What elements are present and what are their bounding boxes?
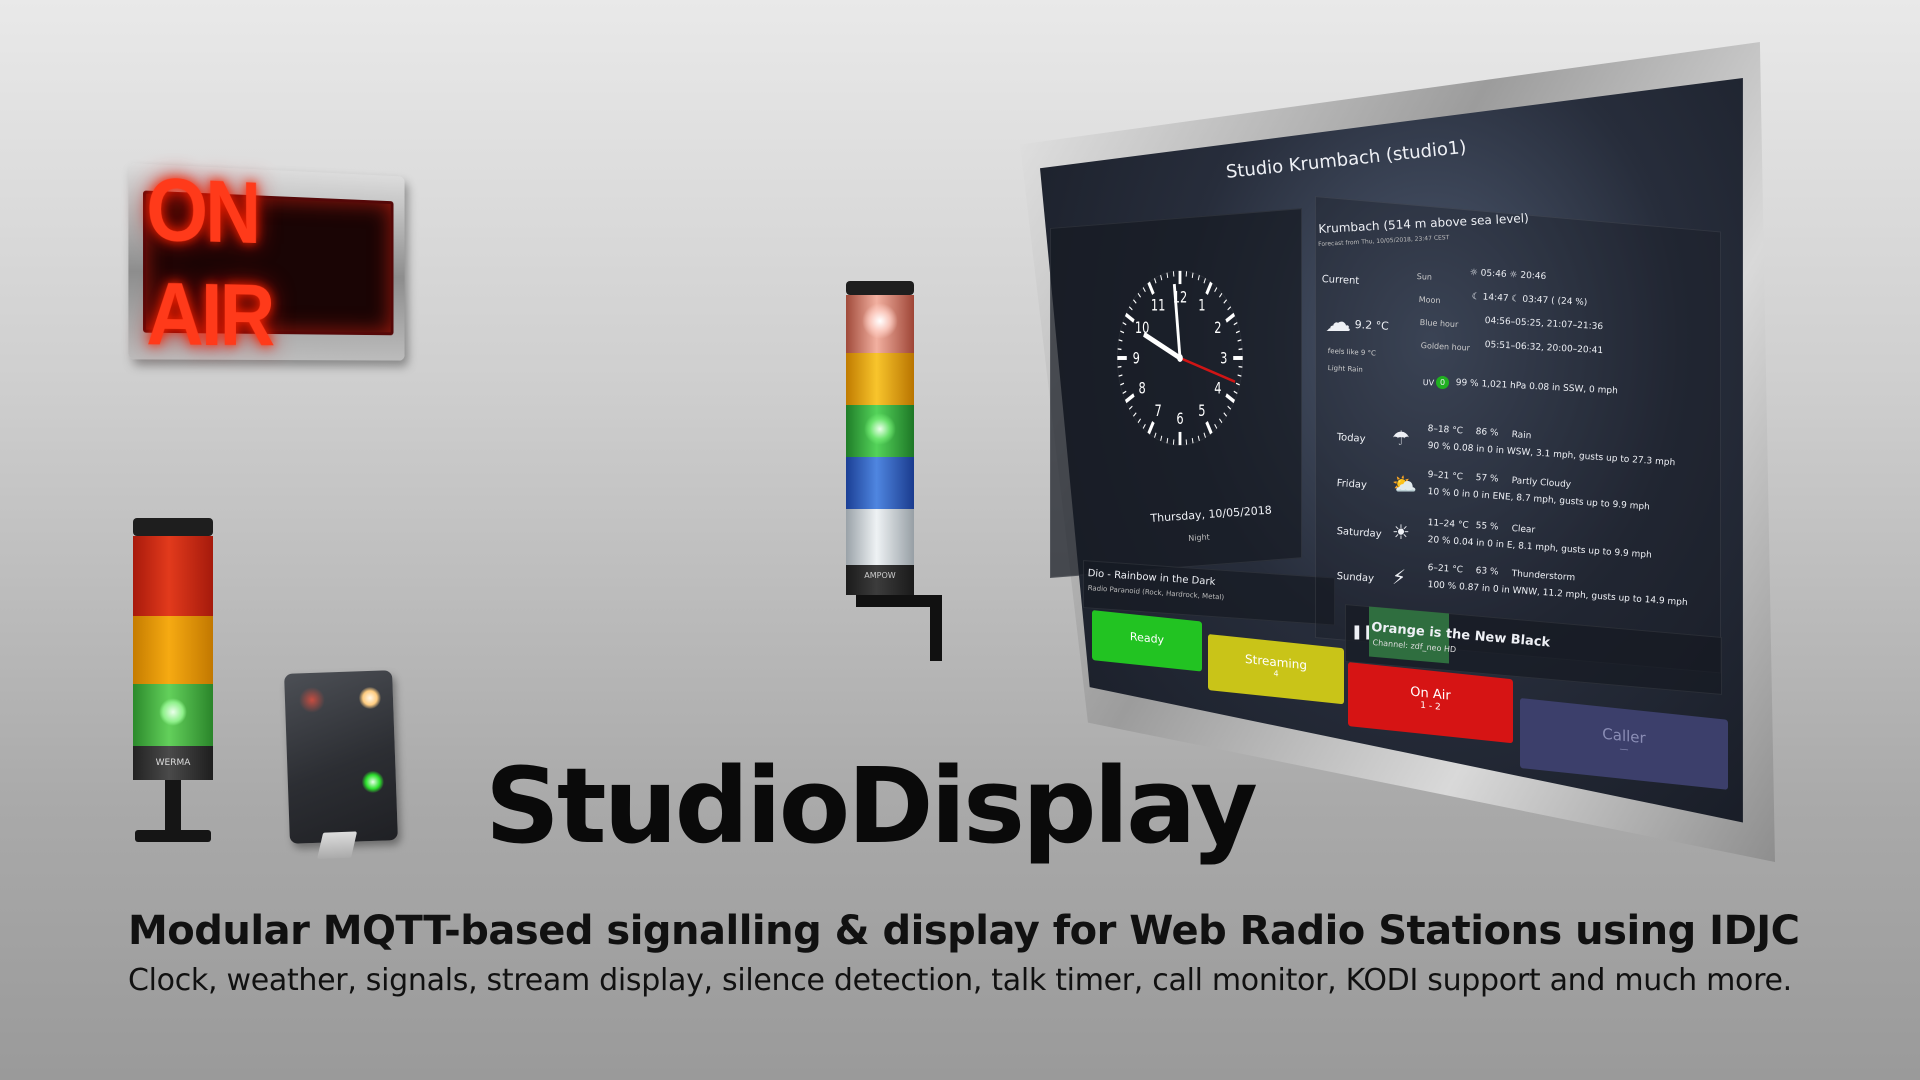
stack-segment-blue	[846, 457, 914, 509]
stack-light-cap	[133, 518, 213, 536]
page-title: StudioDisplay	[485, 745, 1258, 867]
ampow-brand-label: AMPOW	[864, 571, 896, 580]
white-led	[358, 686, 382, 710]
red-led	[298, 686, 326, 714]
stack-light-pole	[165, 780, 181, 832]
on-air-sign: ON AIR	[128, 158, 405, 365]
page-description: Clock, weather, signals, stream display,…	[128, 963, 1792, 998]
werma-brand-label: WERMA	[155, 758, 191, 768]
wall-bracket	[856, 595, 940, 607]
stack-segment-yellow	[846, 353, 914, 405]
left-stack-light: WERMA	[133, 518, 213, 843]
stack-light-base-middle: AMPOW	[846, 565, 914, 595]
stack-light-base: WERMA	[133, 746, 213, 780]
green-glow	[159, 698, 187, 726]
stack-segment-white	[846, 509, 914, 565]
stack-light-red-segment	[133, 536, 213, 616]
green-led	[361, 770, 385, 794]
wall-bracket-arm	[930, 595, 942, 661]
stack-light-cap-top	[846, 281, 914, 295]
signal-box	[284, 670, 398, 859]
green-glow-top	[864, 413, 896, 445]
page-subtitle: Modular MQTT-based signalling & display …	[128, 908, 1800, 954]
on-air-sign-face: ON AIR	[143, 158, 394, 365]
middle-stack-light: AMPOW	[846, 281, 942, 661]
stack-light-foot	[135, 830, 211, 842]
stack-light-yellow-segment	[133, 616, 213, 684]
signal-box-cable	[317, 831, 358, 859]
red-glow	[862, 303, 898, 339]
on-air-text: ON AIR	[146, 157, 273, 365]
